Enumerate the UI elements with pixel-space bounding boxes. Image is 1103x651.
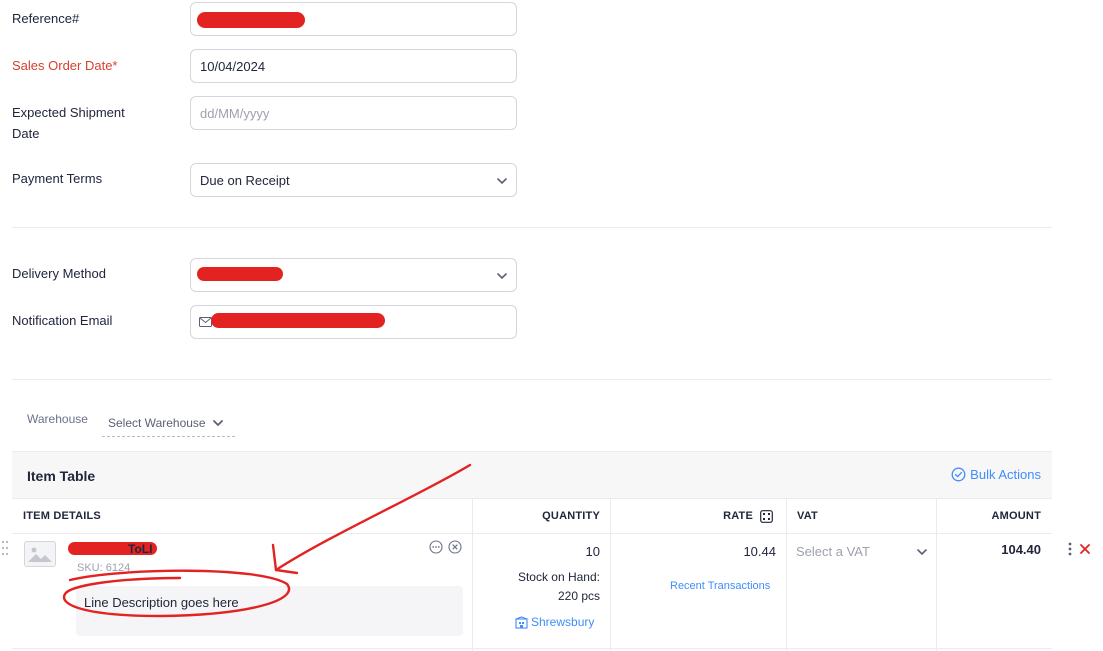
payment-terms-label: Payment Terms: [12, 171, 103, 186]
warehouse-select[interactable]: Select Warehouse: [102, 410, 235, 437]
vat-placeholder: Select a VAT: [796, 544, 870, 559]
expected-shipment-label-line2: Date: [12, 126, 40, 141]
line-description-input[interactable]: Line Description goes here: [76, 586, 463, 636]
sales-order-date-value: 10/04/2024: [200, 58, 266, 74]
vat-select[interactable]: Select a VAT: [796, 544, 928, 559]
quantity-value[interactable]: 10: [586, 544, 600, 559]
delivery-method-label: Delivery Method: [12, 266, 106, 281]
column-header-amount: AMOUNT: [937, 499, 1052, 534]
bulk-actions-label: Bulk Actions: [970, 467, 1041, 482]
line-description-text: Line Description goes here: [84, 595, 239, 610]
item-warehouse-name: Shrewsbury: [531, 615, 595, 629]
warehouse-building-icon: [515, 615, 528, 629]
item-image-placeholder[interactable]: [24, 541, 56, 567]
stock-on-hand-value: 220 pcs: [557, 589, 600, 603]
item-name-suffix[interactable]: ToLI: [128, 542, 152, 556]
more-options-circle-icon[interactable]: [429, 540, 443, 554]
image-icon: [28, 547, 52, 562]
expected-shipment-placeholder: dd/MM/yyyy: [200, 105, 270, 121]
expected-shipment-label: Expected Shipment Date: [12, 102, 125, 144]
column-header-rate: RATE: [611, 499, 787, 534]
reference-label: Reference#: [12, 11, 80, 26]
row-bottom-border: [12, 648, 1052, 649]
column-header-item-details: ITEM DETAILS: [12, 499, 473, 534]
chevron-down-icon: [497, 273, 507, 280]
redaction-mark: [211, 313, 385, 328]
chevron-down-icon: [497, 178, 507, 185]
redaction-mark: [197, 267, 283, 281]
sales-order-date-label: Sales Order Date*: [12, 58, 118, 73]
amount-value: 104.40: [1001, 542, 1041, 557]
sales-order-date-input[interactable]: 10/04/2024: [190, 49, 517, 83]
envelope-icon: [199, 317, 212, 327]
delete-row-icon[interactable]: [1079, 543, 1091, 555]
item-sku: SKU: 6124: [77, 562, 131, 574]
expected-shipment-date-input[interactable]: dd/MM/yyyy: [190, 96, 517, 130]
stock-on-hand-label: Stock on Hand:: [517, 570, 600, 584]
notification-email-label: Notification Email: [12, 313, 113, 328]
warehouse-select-placeholder: Select Warehouse: [108, 416, 206, 430]
reference-input[interactable]: [190, 2, 517, 36]
chevron-down-icon: [917, 548, 927, 555]
close-circle-icon[interactable]: [448, 540, 462, 554]
check-circle-icon: [951, 467, 966, 482]
kebab-menu-icon[interactable]: [1068, 542, 1072, 556]
item-warehouse-link[interactable]: Shrewsbury: [515, 615, 594, 629]
recent-transactions-link[interactable]: Recent Transactions: [670, 580, 770, 592]
column-divider: [610, 499, 611, 651]
bulk-actions-button[interactable]: Bulk Actions: [951, 467, 1041, 482]
column-divider: [936, 499, 937, 651]
column-header-vat: VAT: [787, 499, 937, 534]
column-header-rate-label: RATE: [723, 510, 753, 522]
expected-shipment-label-line1: Expected Shipment: [12, 105, 125, 120]
item-table-title: Item Table: [27, 468, 96, 484]
column-header-quantity: QUANTITY: [473, 499, 611, 534]
rate-value[interactable]: 10.44: [743, 544, 776, 559]
payment-terms-value: Due on Receipt: [200, 172, 290, 188]
delivery-method-select[interactable]: [190, 258, 517, 292]
notification-email-input[interactable]: [190, 305, 517, 339]
section-divider: [12, 379, 1052, 380]
item-table-header: Item Table Bulk Actions: [12, 451, 1052, 499]
redaction-mark: [197, 12, 305, 28]
calculator-icon[interactable]: [760, 509, 773, 523]
annotation-arrow-overlay: [62, 463, 472, 618]
drag-handle-icon[interactable]: [1, 540, 9, 556]
section-divider: [12, 227, 1052, 228]
warehouse-label: Warehouse: [27, 412, 88, 426]
chevron-down-icon: [212, 420, 223, 427]
column-divider: [786, 499, 787, 651]
payment-terms-select[interactable]: Due on Receipt: [190, 163, 517, 197]
